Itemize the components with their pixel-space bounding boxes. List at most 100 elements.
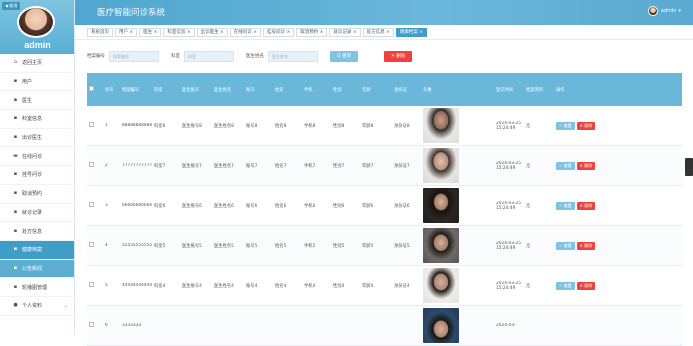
- row-code: 88888888888: [122, 123, 152, 128]
- row-time: 2024-03-25 15:24:49: [496, 280, 521, 291]
- sidebar-item-cancel-appointment[interactable]: ▪ 取消预约: [0, 185, 74, 204]
- row-id: 身份证8: [394, 123, 410, 129]
- sidebar-item-visit-records[interactable]: ▪ 就诊记录: [0, 204, 74, 223]
- grid-icon: ▪: [13, 96, 18, 103]
- col-sex[interactable]: 性别: [331, 87, 360, 93]
- tab-home[interactable]: 系统首页: [87, 27, 113, 37]
- row-files: 无: [526, 123, 531, 129]
- tab-visit-records[interactable]: 就诊记录 ×: [329, 27, 361, 37]
- col-account[interactable]: 账号: [244, 87, 273, 93]
- col-code[interactable]: 档案编号: [120, 87, 152, 93]
- sidebar: ◀ 取消 admin ⌂ 返回主页 ▪ 用户 ▪ 医生 ▪ 科室信息 ▪ 出诊医生 ▬ 在线…: [0, 0, 75, 335]
- sidebar-item-online-consult[interactable]: ▬ 在线问诊: [0, 147, 74, 167]
- department-input[interactable]: 科室: [184, 50, 234, 62]
- table-row: 6 3333333 2024-03-: [87, 306, 682, 346]
- tab-online-consult[interactable]: 在线问诊 ×: [229, 27, 262, 37]
- record-code-input[interactable]: 档案编号: [109, 50, 159, 62]
- row-account: 账号5: [246, 243, 258, 249]
- tabs-bar: 系统首页 用户 × 医生 × 科室信息 × 出诊医生 × 在线问诊 × 挂号问诊…: [75, 25, 693, 40]
- sidebar-item-visiting-doctors[interactable]: ▪ 出诊医生: [0, 129, 74, 148]
- view-button[interactable]: ✓ 查看: [556, 241, 575, 250]
- row-no: 4: [105, 243, 108, 248]
- row-checkbox[interactable]: [87, 282, 103, 289]
- tab-visiting-doctors[interactable]: 出诊医生 ×: [196, 27, 228, 37]
- row-actions: ✓ 查看 ✕ 删除: [554, 241, 614, 250]
- row-dept: 科室7: [154, 163, 166, 169]
- col-time[interactable]: 登记时间: [494, 87, 524, 93]
- page-title: 医疗智能问诊系统: [97, 7, 166, 17]
- caret-down-icon: ▾: [678, 8, 681, 14]
- sidebar-item-prescriptions[interactable]: ▪ 处方信息: [0, 222, 74, 241]
- delete-button[interactable]: ✕ 删除: [576, 281, 596, 290]
- col-dept[interactable]: 科室: [152, 87, 180, 93]
- tab-doctors[interactable]: 医生 ×: [139, 27, 162, 37]
- row-sex: 性别7: [333, 163, 345, 169]
- col-phone[interactable]: 手机: [302, 87, 331, 93]
- row-checkbox[interactable]: [87, 202, 103, 209]
- sidebar-item-users[interactable]: ▪ 用户: [0, 73, 74, 92]
- col-name[interactable]: 姓名: [273, 87, 302, 93]
- doctor-name-input[interactable]: 医生姓名: [268, 50, 318, 62]
- back-button[interactable]: ◀ 取消: [2, 2, 21, 10]
- select-all-checkbox[interactable]: [87, 86, 103, 93]
- sidebar-item-announcements[interactable]: ▪ 公告新闻: [0, 259, 74, 279]
- sidebar-item-departments[interactable]: ▪ 科室信息: [0, 110, 74, 129]
- row-files: 无: [526, 283, 531, 289]
- row-code: 3333333: [122, 323, 142, 328]
- row-doctor-account: 医生账号6: [182, 203, 202, 209]
- col-doctor-name[interactable]: 医生姓名: [212, 87, 244, 93]
- row-phone: 手机4: [304, 283, 316, 289]
- grid-icon: ▪: [13, 246, 18, 253]
- tab-prescriptions[interactable]: 处方信息 ×: [362, 27, 394, 37]
- grid-icon: ▪: [13, 283, 18, 290]
- user-menu[interactable]: admin ▾: [647, 6, 681, 16]
- row-phone: 手机5: [304, 243, 316, 249]
- row-checkbox[interactable]: [87, 162, 103, 169]
- row-dept: 科室8: [154, 123, 166, 129]
- col-actions: 操作: [556, 87, 565, 93]
- sidebar-item-health-records[interactable]: ▪ 健康档案: [0, 240, 74, 260]
- col-photo[interactable]: 头像: [421, 87, 494, 93]
- row-checkbox[interactable]: [87, 242, 103, 249]
- row-time: 2024-03-: [496, 323, 516, 328]
- batch-delete-button[interactable]: ✕ 删除: [383, 50, 413, 62]
- delete-button[interactable]: ✕ 删除: [576, 161, 596, 170]
- col-age[interactable]: 年龄: [360, 87, 392, 93]
- delete-button[interactable]: ✕ 删除: [576, 201, 596, 210]
- tab-registration[interactable]: 挂号问诊 ×: [263, 27, 295, 37]
- col-no[interactable]: 序号: [103, 87, 120, 93]
- grid-icon: ▪: [13, 171, 18, 178]
- tab-cancel-appointment[interactable]: 取消预约 ×: [296, 27, 328, 37]
- row-checkbox[interactable]: [87, 122, 103, 129]
- sidebar-item-profile[interactable]: ● 个人资料 ⌄: [0, 297, 74, 316]
- search-button[interactable]: Q 查询: [330, 50, 358, 62]
- row-doctor-name: 医生姓名6: [214, 203, 234, 209]
- sidebar-item-carousel[interactable]: ▪ 轮播图管理: [0, 278, 74, 297]
- tab-health-records[interactable]: 健康档案 ×: [395, 27, 428, 37]
- view-button[interactable]: ✓ 查看: [556, 161, 575, 170]
- tab-departments[interactable]: 科室信息 ×: [163, 27, 195, 37]
- delete-button[interactable]: ✕ 删除: [576, 241, 596, 250]
- row-sex: 性别8: [333, 123, 345, 129]
- col-doctor-account[interactable]: 医生账号: [180, 87, 212, 93]
- delete-button[interactable]: ✕ 删除: [576, 121, 596, 130]
- department-label: 科室: [171, 54, 180, 59]
- sidebar-item-doctors[interactable]: ▪ 医生: [0, 91, 74, 111]
- view-button[interactable]: ✓ 查看: [556, 281, 575, 290]
- row-dept: 科室6: [154, 203, 166, 209]
- avatar-photo: [423, 188, 459, 223]
- row-id: 身份证4: [394, 283, 410, 289]
- row-checkbox[interactable]: [87, 322, 103, 329]
- sidebar-item-registration[interactable]: ▪ 挂号问诊: [0, 166, 74, 185]
- row-doctor-account: 医生账号4: [182, 283, 202, 289]
- sidebar-item-home[interactable]: ⌂ 返回主页: [0, 54, 74, 73]
- table-row: 1 88888888888 科室8 医生账号8 医生姓名8 账号8 姓名8 手机8 性别8 年龄8…: [87, 106, 682, 146]
- view-button[interactable]: ✓ 查看: [556, 201, 575, 210]
- row-doctor-name: 医生姓名7: [214, 163, 234, 169]
- scrollbar-handle[interactable]: [685, 158, 693, 176]
- tab-users[interactable]: 用户 ×: [115, 27, 138, 37]
- view-button[interactable]: ✓ 查看: [556, 121, 575, 130]
- avatar-photo: [423, 308, 459, 343]
- col-files[interactable]: 档案资料: [524, 87, 554, 93]
- col-id[interactable]: 身份证: [392, 87, 421, 93]
